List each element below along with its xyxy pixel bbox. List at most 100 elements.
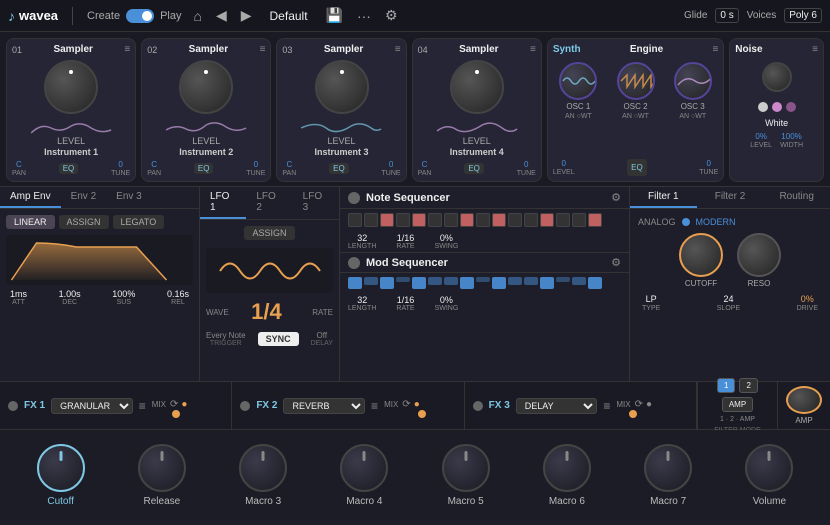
mod-step-12[interactable] [524, 277, 538, 285]
mod-step-5[interactable] [412, 277, 426, 289]
filter-amp-btn[interactable]: AMP [722, 397, 753, 412]
prev-preset-button[interactable]: ◀ [214, 7, 229, 24]
fx-2-settings[interactable]: ≡ [371, 399, 378, 413]
fx-1-slider-thumb[interactable] [172, 410, 180, 418]
linear-btn[interactable]: LINEAR [6, 215, 55, 229]
level-knob-1[interactable] [44, 60, 98, 114]
card-menu-3[interactable]: ≡ [395, 44, 401, 55]
tab-filter-2[interactable]: Filter 2 [697, 187, 764, 208]
mod-step-15[interactable] [572, 277, 586, 285]
fx-2-slider-thumb[interactable] [418, 410, 426, 418]
instrument-card-3[interactable]: 03 Sampler ≡ LEVEL Instrument 3 C PAN [276, 38, 406, 182]
osc-3-knob[interactable] [674, 62, 712, 100]
fx-1-icon-1[interactable]: ⟳ [170, 399, 178, 410]
seq-step-9[interactable] [476, 213, 490, 227]
seq-step-10[interactable] [492, 213, 506, 227]
seq-step-1[interactable] [348, 213, 362, 227]
level-knob-4[interactable] [450, 60, 504, 114]
mod-seq-toggle[interactable] [348, 257, 360, 269]
tab-amp-env[interactable]: Amp Env [0, 187, 61, 208]
cutoff-knob[interactable] [679, 233, 723, 277]
fx-3-type[interactable]: DELAY REVERB GRANULAR [516, 398, 598, 414]
macro-knob-release[interactable] [138, 444, 186, 492]
osc-1[interactable]: OSC 1 AN ○WT [559, 62, 597, 155]
fx-3-icon-1[interactable]: ⟳ [635, 399, 643, 410]
seq-step-5[interactable] [412, 213, 426, 227]
mod-step-8[interactable] [460, 277, 474, 289]
noise-dot-brown[interactable] [786, 102, 796, 112]
instrument-card-2[interactable]: 02 Sampler ≡ LEVEL Instrument 2 C PAN [141, 38, 271, 182]
fx-1-toggle[interactable] [8, 401, 18, 411]
level-knob-3[interactable] [315, 60, 369, 114]
seq-step-11[interactable] [508, 213, 522, 227]
seq-step-16[interactable] [588, 213, 602, 227]
fx-1-settings[interactable]: ≡ [139, 399, 146, 413]
fx-3-icon-2[interactable]: ● [646, 399, 652, 410]
tab-routing[interactable]: Routing [763, 187, 830, 208]
tab-filter-1[interactable]: Filter 1 [630, 187, 697, 208]
create-play-toggle[interactable]: Create Play [87, 9, 181, 23]
mod-step-7[interactable] [444, 277, 458, 285]
tab-lfo-2[interactable]: LFO 2 [246, 187, 292, 219]
seq-step-6[interactable] [428, 213, 442, 227]
noise-dot-pink[interactable] [772, 102, 782, 112]
mod-step-9[interactable] [476, 277, 490, 282]
osc-2[interactable]: OSC 2 AN ○WT [617, 62, 655, 155]
seq-step-2[interactable] [364, 213, 378, 227]
fx-3-toggle[interactable] [473, 401, 483, 411]
fx-3-settings[interactable]: ≡ [603, 399, 610, 413]
seq-step-7[interactable] [444, 213, 458, 227]
fx-2-type[interactable]: REVERB GRANULAR DELAY [283, 398, 365, 414]
more-button[interactable]: ··· [355, 8, 373, 24]
osc-1-knob[interactable] [559, 62, 597, 100]
mod-step-14[interactable] [556, 277, 570, 282]
tab-env-3[interactable]: Env 3 [106, 187, 152, 208]
seq-step-8[interactable] [460, 213, 474, 227]
note-seq-toggle[interactable] [348, 192, 360, 204]
fx-1-type[interactable]: GRANULAR REVERB DELAY [51, 398, 133, 414]
osc-3[interactable]: OSC 3 AN ○WT [674, 62, 712, 155]
tab-env-2[interactable]: Env 2 [61, 187, 107, 208]
legato-btn[interactable]: LEGATO [113, 215, 165, 229]
mod-seq-settings[interactable]: ⚙ [611, 256, 621, 269]
fx-2-icon-1[interactable]: ⟳ [402, 399, 410, 410]
cutoff-knob-item[interactable]: CUTOFF [679, 233, 723, 288]
filter-mode-1-btn[interactable]: 1 [717, 378, 735, 393]
instrument-card-1[interactable]: 01 Sampler ≡ LEVEL Instrument 1 C PAN [6, 38, 136, 182]
noise-knob[interactable] [762, 62, 792, 92]
mod-step-11[interactable] [508, 277, 522, 285]
macro-knob-6[interactable] [543, 444, 591, 492]
instrument-card-4[interactable]: 04 Sampler ≡ LEVEL Instrument 4 C PAN [412, 38, 542, 182]
reso-knob-item[interactable]: RESO [737, 233, 781, 288]
synth-eq-btn[interactable]: EQ [627, 159, 647, 176]
level-knob-2[interactable] [179, 60, 233, 114]
lfo-sync-btn[interactable]: SYNC [258, 332, 299, 346]
macro-knob-3[interactable] [239, 444, 287, 492]
osc-2-knob[interactable] [617, 62, 655, 100]
eq-btn-2[interactable]: EQ [194, 163, 214, 174]
seq-step-4[interactable] [396, 213, 410, 227]
note-seq-settings[interactable]: ⚙ [611, 191, 621, 204]
card-menu-4[interactable]: ≡ [530, 44, 536, 55]
amp-knob[interactable] [786, 386, 822, 414]
save-preset-button[interactable]: 💾 [324, 7, 345, 24]
macro-knob-7[interactable] [644, 444, 692, 492]
noise-dot-white[interactable] [758, 102, 768, 112]
tab-lfo-1[interactable]: LFO 1 [200, 187, 246, 219]
fx-3-slider-thumb[interactable] [629, 410, 637, 418]
tab-lfo-3[interactable]: LFO 3 [293, 187, 339, 219]
mod-step-2[interactable] [364, 277, 378, 285]
synth-menu[interactable]: ≡ [712, 44, 718, 55]
toggle-switch[interactable] [126, 9, 154, 23]
home-button[interactable]: ⌂ [191, 8, 203, 24]
eq-btn-3[interactable]: EQ [329, 163, 349, 174]
card-menu-1[interactable]: ≡ [124, 44, 130, 55]
fx-2-toggle[interactable] [240, 401, 250, 411]
eq-btn-1[interactable]: EQ [59, 163, 79, 174]
next-preset-button[interactable]: ▶ [239, 7, 254, 24]
noise-menu[interactable]: ≡ [812, 44, 818, 55]
mod-step-16[interactable] [588, 277, 602, 289]
seq-step-12[interactable] [524, 213, 538, 227]
assign-btn[interactable]: ASSIGN [59, 215, 109, 229]
lfo-assign-btn[interactable]: ASSIGN [244, 226, 294, 240]
